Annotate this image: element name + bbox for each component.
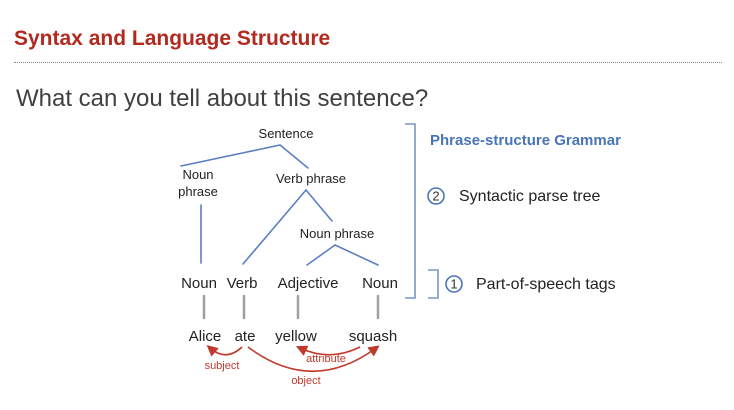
parse-diagram: Sentence Noun phrase Verb phrase Noun ph…: [178, 123, 621, 387]
node-noun-phrase-line2: phrase: [178, 184, 218, 199]
pos-tag-adjective: Adjective: [278, 275, 339, 292]
edge-sentence-verbphrase: [279, 144, 309, 169]
pos-tag-noun-2: Noun: [362, 275, 398, 292]
part-of-speech-label: Part-of-speech tags: [476, 276, 616, 293]
label-subject: subject: [205, 360, 240, 372]
node-sentence: Sentence: [259, 126, 314, 141]
node-noun-phrase-line1: Noun: [182, 167, 213, 182]
number-badge-1-text: 1: [450, 277, 457, 292]
node-noun-phrase-2: Noun phrase: [300, 226, 374, 241]
phrase-structure-heading: Phrase-structure Grammar: [430, 132, 621, 149]
word-alice: Alice: [189, 328, 222, 345]
bracket-parse-tree: [405, 123, 416, 299]
edge-sentence-nounphrase: [180, 144, 281, 167]
bracket-pos-tags: [428, 269, 439, 299]
word-yellow: yellow: [275, 328, 317, 345]
word-stems: [202, 294, 380, 320]
syntactic-parse-tree-label: Syntactic parse tree: [459, 188, 601, 205]
label-attribute: attribute: [306, 353, 346, 365]
pos-tag-verb: Verb: [227, 275, 258, 292]
arc-subject: [206, 345, 243, 357]
label-object: object: [291, 375, 320, 387]
word-ate: ate: [235, 328, 256, 345]
edge-nounphrase-adjective: [306, 244, 336, 266]
edge-verbphrase-verb: [242, 189, 307, 265]
word-squash: squash: [349, 328, 397, 345]
edge-verbphrase-nounphrase: [305, 189, 333, 222]
pos-tag-noun-1: Noun: [181, 275, 217, 292]
node-verb-phrase: Verb phrase: [276, 171, 346, 186]
tree-edges: [180, 144, 379, 266]
number-badge-2-text: 2: [432, 189, 439, 204]
edge-nounphrase-noun2: [334, 244, 379, 266]
